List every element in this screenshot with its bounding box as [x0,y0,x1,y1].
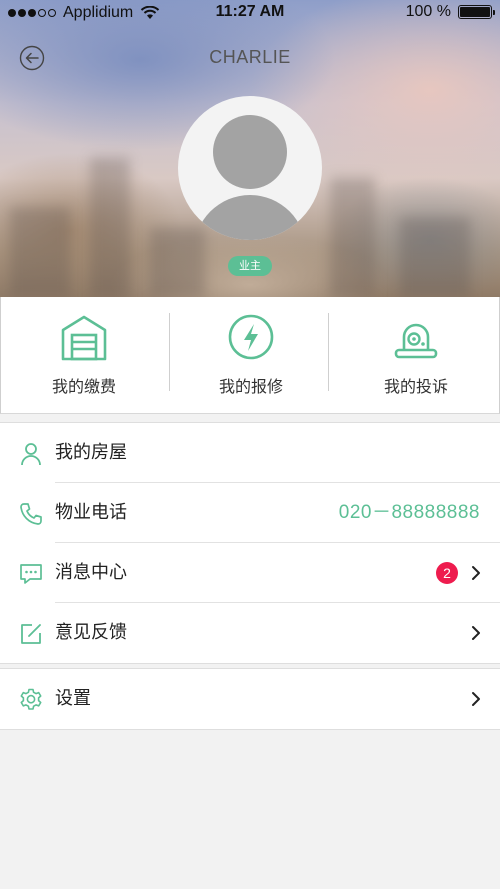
message-icon [20,564,42,584]
role-badge: 业主 [228,256,272,276]
background-building [90,157,130,297]
quick-action-label: 我的投诉 [383,377,448,396]
gear-icon [20,688,42,710]
default-avatar-icon[interactable] [178,96,322,240]
quick-action-payment[interactable]: 我的缴费 [1,297,167,414]
battery-status: 100 % [405,3,495,21]
menu-item-label: 物业电话 [55,502,127,523]
menu-item-label: 消息中心 [55,562,127,583]
menu-item-label: 设置 [55,688,91,709]
chevron-right-icon [472,692,480,706]
menu-item-label: 我的房屋 [55,442,127,463]
quick-action-complaint[interactable]: 我的投诉 [333,297,499,414]
quick-action-repair[interactable]: 我的报修 [168,297,334,414]
quick-action-label: 我的缴费 [51,377,116,396]
menu-item-feedback[interactable]: 意见反馈 [0,603,500,663]
menu-item-property-phone[interactable]: 物业电话 020－88888888 [0,483,500,543]
menu-list: 我的房屋 物业电话 020－88888888 消息中心 2 意见反馈 [0,422,500,664]
divider [328,313,329,391]
chevron-right-icon [472,566,480,580]
chevron-right-icon [472,626,480,640]
background-building [330,177,375,297]
profile-header: Applidium 11:27 AM 100 % CHARLIE 业主 [0,0,500,297]
battery-percent: 100 % [405,3,451,20]
garage-icon [61,315,107,361]
property-phone-number[interactable]: 020－88888888 [339,483,480,543]
menu-item-message-center[interactable]: 消息中心 2 [0,543,500,603]
battery-icon [458,5,495,19]
status-bar: Applidium 11:27 AM 100 % [0,0,500,26]
camera-icon [394,323,438,359]
page-title: CHARLIE [209,47,291,67]
settings-list: 设置 [0,668,500,730]
background-building [400,217,470,297]
unread-count-badge: 2 [436,562,458,584]
menu-item-settings[interactable]: 设置 [0,669,500,729]
lightning-icon [228,314,274,360]
background-building [10,207,70,297]
edit-icon [21,624,41,644]
person-icon [21,443,41,466]
menu-item-label: 意见反馈 [55,622,127,643]
menu-item-my-house[interactable]: 我的房屋 [0,423,500,483]
quick-action-label: 我的报修 [218,377,283,396]
phone-icon [20,503,42,525]
quick-actions-panel: 我的缴费 我的报修 我的投诉 [0,297,500,414]
